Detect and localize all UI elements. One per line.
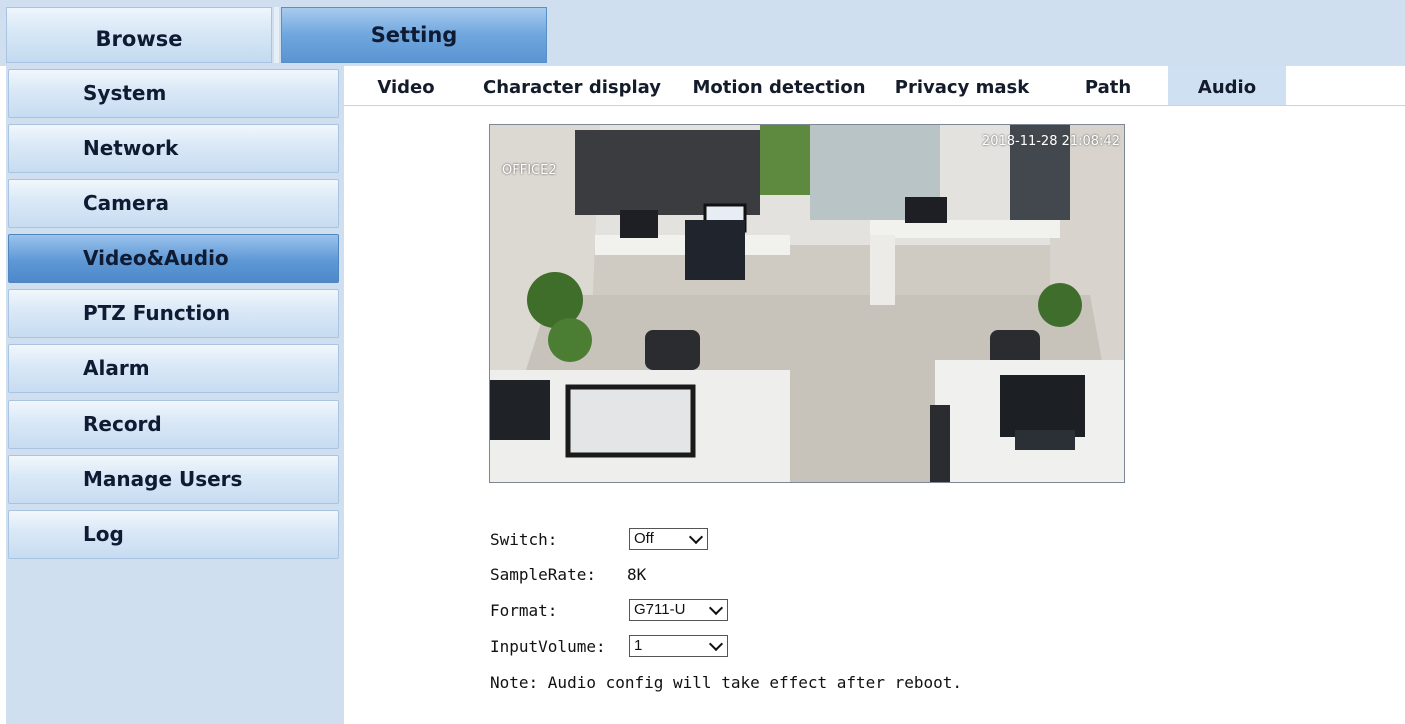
switch-select[interactable]: Off xyxy=(629,528,708,550)
chevron-down-icon xyxy=(708,600,724,616)
tab-video[interactable]: Video xyxy=(362,66,450,105)
tab-browse[interactable]: Browse xyxy=(6,7,272,63)
format-label: Format: xyxy=(490,601,558,620)
sidebar-item-label: Camera xyxy=(83,191,169,215)
switch-label: Switch: xyxy=(490,530,558,549)
office-scene-image xyxy=(490,125,1124,482)
format-select-value: G711-U xyxy=(634,601,686,618)
chevron-down-icon xyxy=(708,636,724,652)
camera-preview: OFFICE2 2018-11-28 21:08:42 xyxy=(489,124,1125,483)
sidebar-item-label: Alarm xyxy=(83,356,150,380)
tab-label: Path xyxy=(1084,77,1132,98)
sidebar-item-log[interactable]: Log xyxy=(8,510,339,559)
sidebar-item-camera[interactable]: Camera xyxy=(8,179,339,228)
sidebar-item-label: Network xyxy=(83,136,179,160)
sidebar-item-record[interactable]: Record xyxy=(8,400,339,449)
timestamp-osd: 2018-11-28 21:08:42 xyxy=(981,134,1120,149)
tab-browse-label: Browse xyxy=(95,27,183,51)
sidebar-item-alarm[interactable]: Alarm xyxy=(8,344,339,393)
tab-setting[interactable]: Setting xyxy=(281,7,547,63)
tab-character-display[interactable]: Character display xyxy=(472,66,672,105)
top-nav-bar: Browse Setting xyxy=(0,0,1405,66)
sidebar-item-network[interactable]: Network xyxy=(8,124,339,173)
tab-label: Video xyxy=(377,77,435,98)
sidebar-item-video-audio[interactable]: Video&Audio xyxy=(8,234,339,283)
tab-label: Motion detection xyxy=(692,77,866,98)
sidebar-item-label: System xyxy=(83,81,167,105)
inputvolume-select[interactable]: 1 xyxy=(629,635,728,657)
tab-setting-label: Setting xyxy=(370,23,458,47)
tab-label: Audio xyxy=(1197,77,1257,98)
samplerate-value: 8K xyxy=(627,565,647,584)
sidebar-item-label: Record xyxy=(83,412,162,436)
sidebar: System Network Camera Video&Audio PTZ Fu… xyxy=(6,66,344,724)
sidebar-item-ptz-function[interactable]: PTZ Function xyxy=(8,289,339,338)
tab-label: Character display xyxy=(483,77,661,98)
inputvolume-select-value: 1 xyxy=(634,637,643,654)
tab-divider xyxy=(274,7,279,63)
sidebar-item-system[interactable]: System xyxy=(8,69,339,118)
sidebar-item-label: Log xyxy=(83,522,124,546)
tab-path[interactable]: Path xyxy=(1068,66,1148,105)
chevron-down-icon xyxy=(688,529,704,545)
sidebar-item-manage-users[interactable]: Manage Users xyxy=(8,455,339,504)
tab-label: Privacy mask xyxy=(894,77,1030,98)
tab-motion-detection[interactable]: Motion detection xyxy=(684,66,874,105)
sidebar-item-label: Video&Audio xyxy=(83,246,229,270)
reboot-note: Note: Audio config will take effect afte… xyxy=(490,673,963,692)
sidebar-item-label: Manage Users xyxy=(83,467,243,491)
camera-name-osd: OFFICE2 xyxy=(502,163,557,178)
inputvolume-label: InputVolume: xyxy=(490,637,606,656)
tab-audio[interactable]: Audio xyxy=(1168,66,1286,105)
settings-subtabs: Video Character display Motion detection… xyxy=(344,66,1405,106)
switch-select-value: Off xyxy=(634,530,654,547)
tab-privacy-mask[interactable]: Privacy mask xyxy=(884,66,1040,105)
format-select[interactable]: G711-U xyxy=(629,599,728,621)
sidebar-item-label: PTZ Function xyxy=(83,301,231,325)
samplerate-label: SampleRate: xyxy=(490,565,596,584)
